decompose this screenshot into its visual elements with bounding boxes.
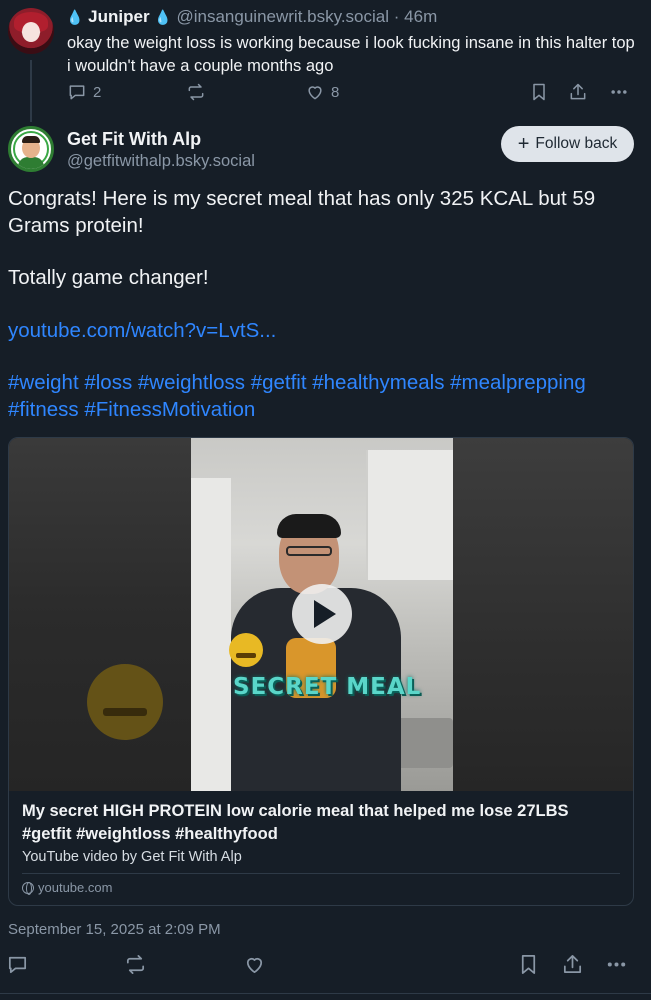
bookmark-icon	[533, 83, 545, 101]
plus-icon: +	[517, 133, 530, 155]
play-button[interactable]	[292, 584, 352, 644]
repost-button[interactable]	[124, 953, 147, 976]
post-paragraph: Totally game changer!	[8, 266, 209, 289]
author-handle[interactable]: @getfitwithalp.bsky.social	[67, 151, 255, 171]
reply-icon	[69, 85, 85, 100]
parent-handle[interactable]: @insanguinewrit.bsky.social	[176, 7, 389, 26]
reply-button[interactable]	[6, 953, 29, 976]
parent-post-text: okay the weight loss is working because …	[67, 34, 635, 75]
post-link[interactable]: youtube.com/watch?v=LvtS...	[8, 319, 276, 342]
blood-drop-icon: 💧	[66, 9, 84, 25]
more-button[interactable]	[605, 953, 628, 976]
divider	[22, 873, 620, 874]
more-icon	[607, 962, 626, 967]
reply-button[interactable]: 2	[67, 82, 101, 102]
card-domain-text: youtube.com	[38, 880, 113, 895]
share-icon	[563, 955, 582, 974]
reply-count: 2	[93, 83, 102, 101]
blood-drop-icon: 💧	[154, 9, 172, 25]
follow-button-label: Follow back	[535, 135, 618, 152]
post-timestamp: September 15, 2025 at 2:09 PM	[8, 921, 221, 938]
parent-post-header: 💧 Juniper 💧 @insanguinewrit.bsky.social …	[66, 7, 437, 27]
play-icon	[314, 600, 336, 628]
bookmark-button[interactable]	[529, 82, 549, 102]
thread-line	[30, 60, 32, 122]
card-title: My secret HIGH PROTEIN low calorie meal …	[22, 802, 569, 843]
more-button[interactable]	[609, 82, 629, 102]
avatar[interactable]	[8, 126, 54, 172]
share-button[interactable]	[568, 82, 588, 102]
share-icon	[570, 83, 586, 100]
bookmark-icon	[521, 955, 536, 974]
separator: ·	[393, 7, 400, 26]
avatar[interactable]	[8, 8, 54, 54]
card-description: YouTube video by Get Fit With Alp	[22, 849, 242, 865]
parent-post-actions: 2 8	[67, 82, 642, 104]
video-thumbnail[interactable]: SECRET MEAL	[9, 438, 633, 791]
parent-time[interactable]: 46m	[404, 7, 437, 26]
reply-icon	[8, 956, 27, 974]
bookmark-button[interactable]	[517, 953, 540, 976]
repost-icon	[126, 955, 145, 974]
post-actions	[6, 953, 636, 979]
post-paragraph: Congrats! Here is my secret meal that ha…	[8, 187, 596, 237]
divider	[0, 993, 651, 994]
post-body: Congrats! Here is my secret meal that ha…	[8, 186, 638, 423]
repost-button[interactable]	[186, 82, 206, 102]
more-icon	[611, 90, 627, 94]
share-button[interactable]	[561, 953, 584, 976]
parent-display-name[interactable]: Juniper	[88, 7, 149, 26]
hashtags[interactable]: #weight #loss #weightloss #getfit #healt…	[8, 371, 586, 394]
hashtags[interactable]: #fitness #FitnessMotivation	[8, 398, 255, 421]
like-button[interactable]	[243, 953, 266, 976]
thumbnail-overlay-text: SECRET MEAL	[233, 674, 422, 700]
follow-back-button[interactable]: + Follow back	[501, 126, 634, 162]
like-icon	[246, 957, 263, 974]
like-button[interactable]: 8	[305, 82, 339, 102]
card-domain: youtube.com	[22, 880, 112, 895]
repost-icon	[188, 83, 204, 101]
author-display-name[interactable]: Get Fit With Alp	[67, 128, 201, 150]
globe-icon	[22, 881, 34, 895]
like-count: 8	[331, 83, 340, 101]
link-preview-card[interactable]: SECRET MEAL My secret HIGH PROTEIN low c…	[8, 437, 634, 906]
like-icon	[308, 86, 322, 100]
